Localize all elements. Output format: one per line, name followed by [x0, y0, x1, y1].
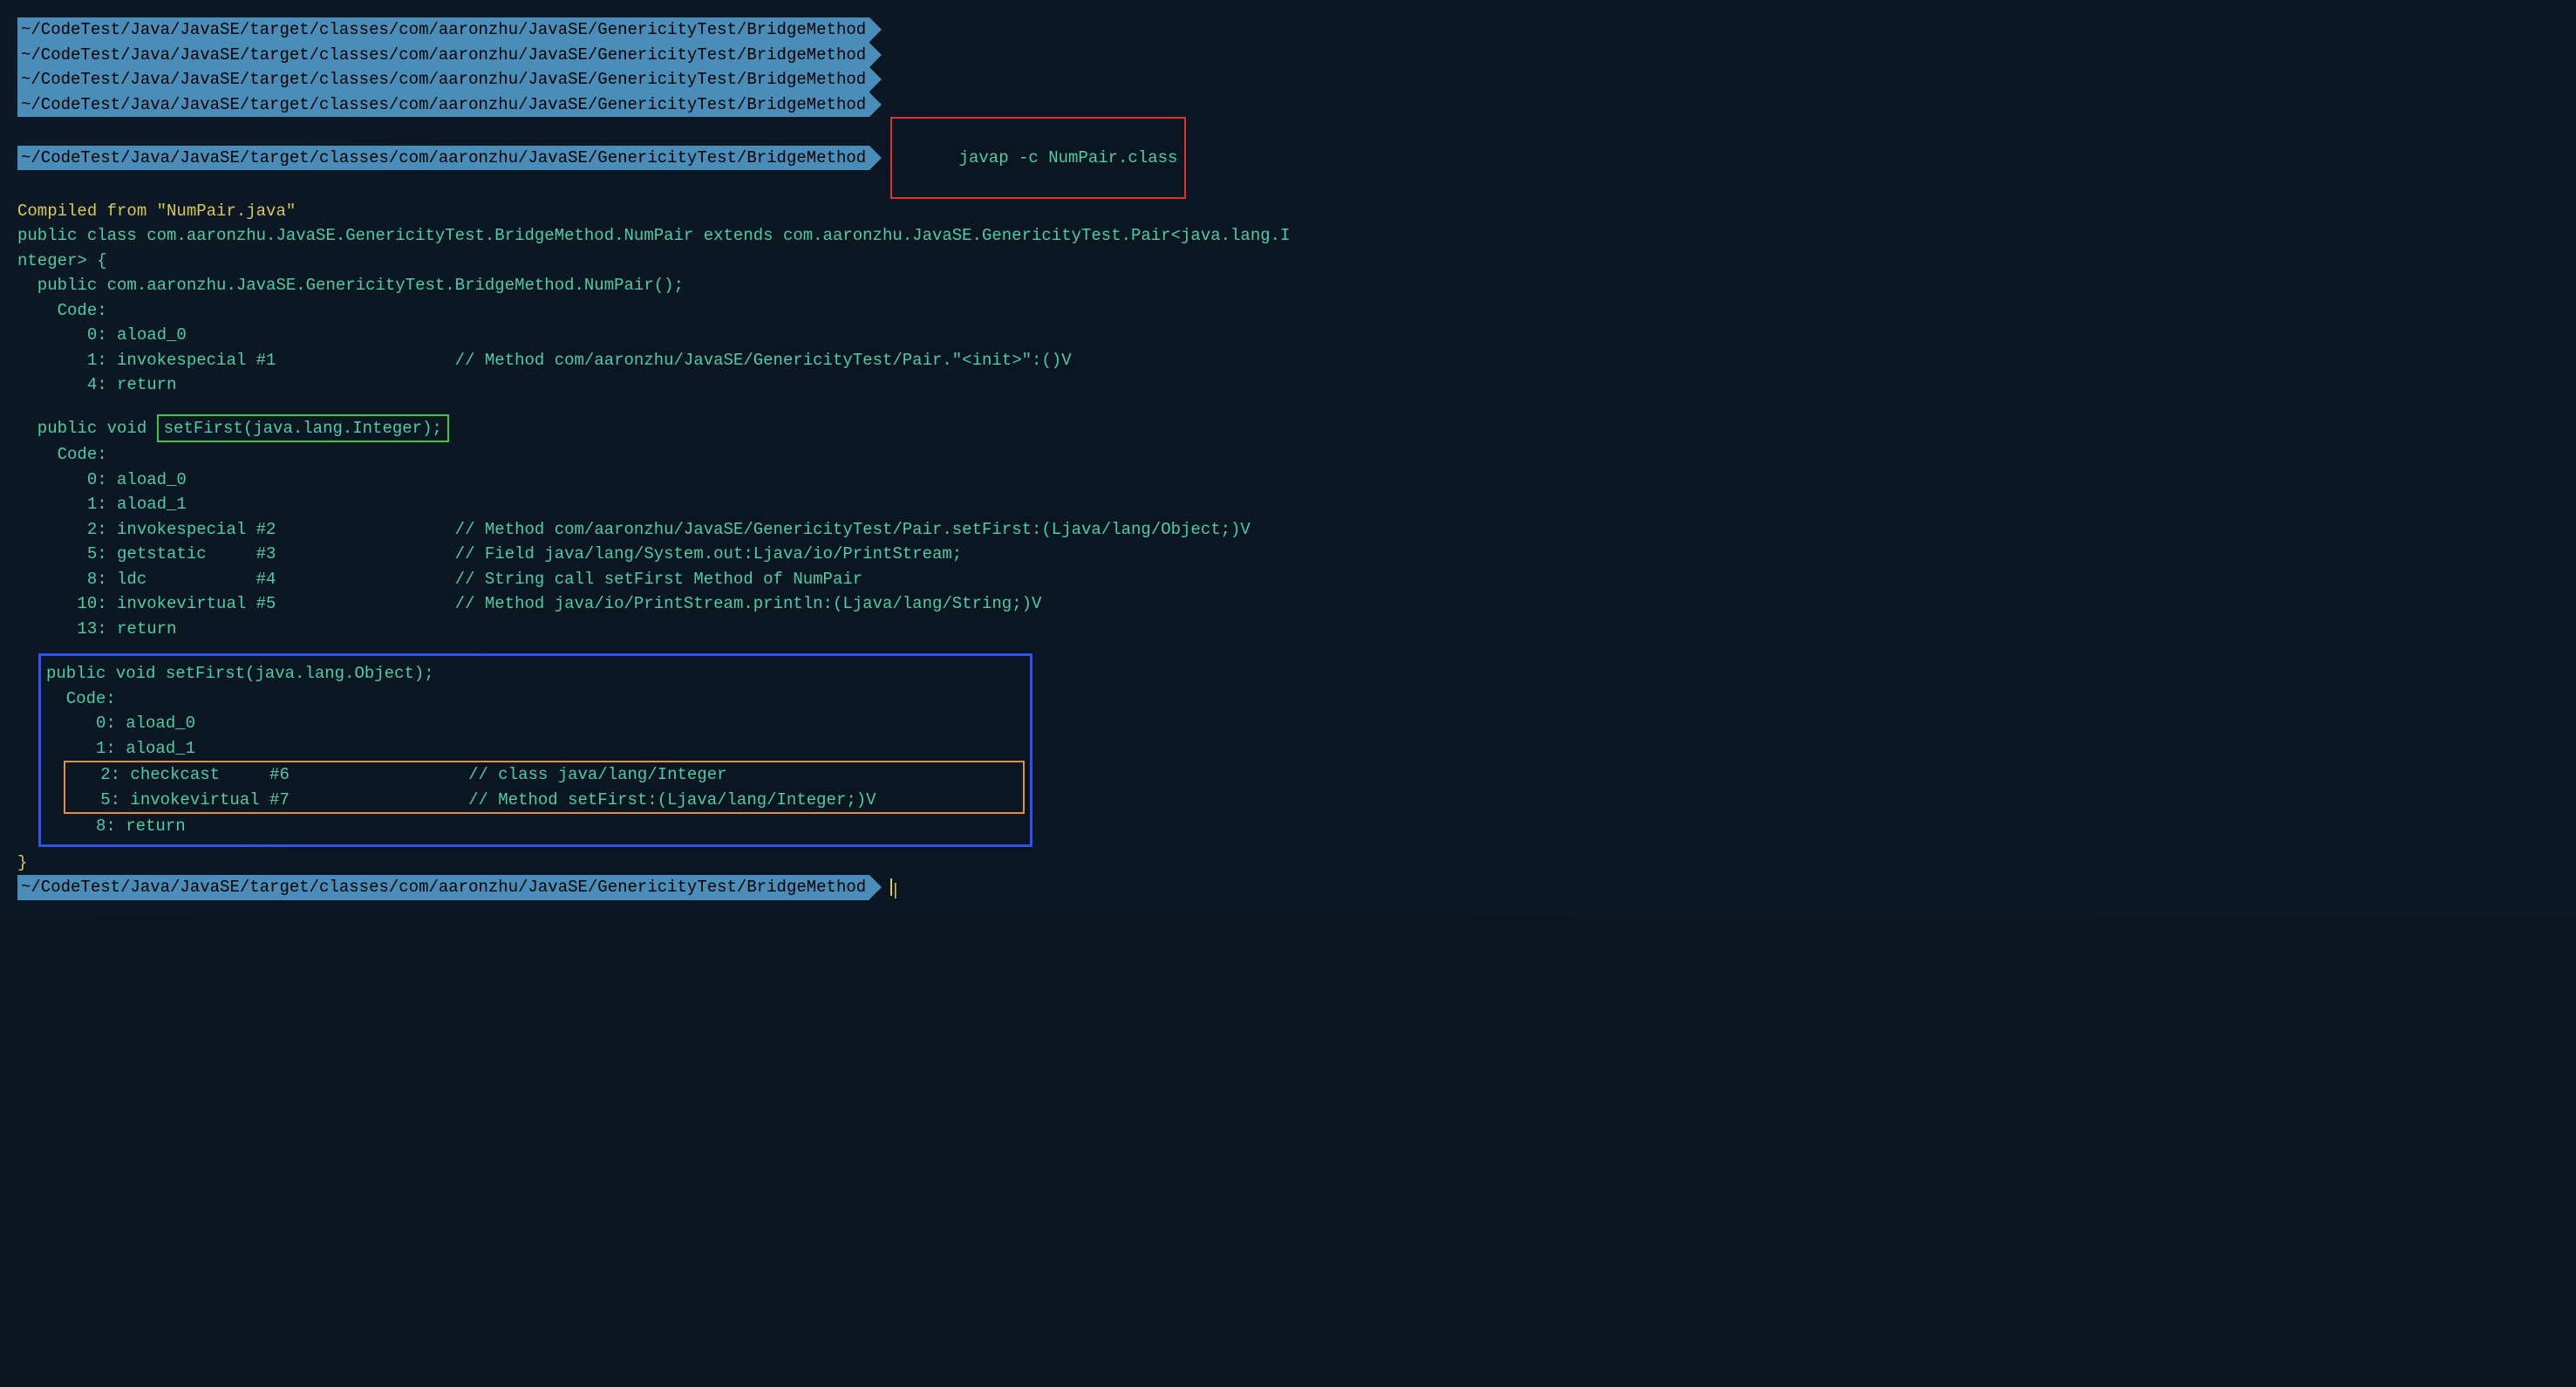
code-label: Code:	[17, 298, 2559, 324]
bytecode-line: 0: aload_0	[17, 468, 2559, 493]
bytecode-line: 5: invokevirtual #7 // Method setFirst:(…	[71, 788, 1018, 813]
bytecode-line: 1: aload_1	[17, 492, 2559, 517]
bytecode-line: 0: aload_0	[46, 711, 1025, 736]
prompt-line: ~/CodeTest/Java/JavaSE/target/classes/co…	[17, 117, 2559, 199]
bytecode-line: 1: aload_1	[46, 736, 1025, 762]
prompt-path: ~/CodeTest/Java/JavaSE/target/classes/co…	[17, 92, 869, 118]
compiled-from-line: Compiled from "NumPair.java"	[17, 199, 2559, 224]
prompt-line: ~/CodeTest/Java/JavaSE/target/classes/co…	[17, 92, 2559, 118]
prompt-path: ~/CodeTest/Java/JavaSE/target/classes/co…	[17, 17, 869, 43]
command-text[interactable]: javap -c NumPair.class	[959, 148, 1178, 167]
prompt-path: ~/CodeTest/Java/JavaSE/target/classes/co…	[17, 875, 869, 900]
code-label: Code:	[46, 687, 1025, 712]
bytecode-line: 2: invokespecial #2 // Method com/aaronz…	[17, 517, 2559, 543]
bytecode-line: 1: invokespecial #1 // Method com/aaronz…	[17, 348, 2559, 373]
code-label: Code:	[17, 442, 2559, 468]
close-brace: }	[17, 851, 2559, 876]
prompt-line: ~/CodeTest/Java/JavaSE/target/classes/co…	[17, 17, 2559, 43]
class-declaration-2: nteger> {	[17, 249, 2559, 274]
prompt-line: ~/CodeTest/Java/JavaSE/target/classes/co…	[17, 67, 2559, 92]
prompt-line: ~/CodeTest/Java/JavaSE/target/classes/co…	[17, 43, 2559, 68]
prompt-path: ~/CodeTest/Java/JavaSE/target/classes/co…	[17, 146, 869, 171]
setfirst-integer-signature: public void setFirst(java.lang.Integer);	[17, 414, 2559, 443]
class-declaration: public class com.aaronzhu.JavaSE.Generic…	[17, 223, 2559, 249]
bytecode-line: 13: return	[17, 617, 2559, 642]
bytecode-line: 8: ldc #4 // String call setFirst Method…	[17, 567, 2559, 592]
terminal-output: ~/CodeTest/Java/JavaSE/target/classes/co…	[17, 17, 2559, 900]
setfirst-object-signature: public void setFirst(java.lang.Object);	[46, 661, 1025, 687]
setfirst-integer-highlight: setFirst(java.lang.Integer);	[157, 414, 449, 443]
prompt-line-current[interactable]: ~/CodeTest/Java/JavaSE/target/classes/co…	[17, 875, 2559, 900]
bytecode-line: 10: invokevirtual #5 // Method java/io/P…	[17, 591, 2559, 617]
checkcast-invokevirtual-highlight: 2: checkcast #6 // class java/lang/Integ…	[64, 761, 1025, 814]
bridge-method-highlight: public void setFirst(java.lang.Object); …	[38, 653, 1032, 847]
prompt-path: ~/CodeTest/Java/JavaSE/target/classes/co…	[17, 43, 869, 68]
bytecode-line: 0: aload_0	[17, 323, 2559, 348]
bytecode-line: 2: checkcast #6 // class java/lang/Integ…	[71, 762, 1018, 788]
cursor: |	[890, 878, 892, 896]
bytecode-line: 8: return	[46, 814, 1025, 839]
command-highlight-box: javap -c NumPair.class	[890, 117, 1186, 199]
bytecode-line: 5: getstatic #3 // Field java/lang/Syste…	[17, 542, 2559, 567]
bytecode-line: 4: return	[17, 372, 2559, 398]
constructor-signature: public com.aaronzhu.JavaSE.GenericityTes…	[17, 273, 2559, 298]
prompt-path: ~/CodeTest/Java/JavaSE/target/classes/co…	[17, 67, 869, 92]
